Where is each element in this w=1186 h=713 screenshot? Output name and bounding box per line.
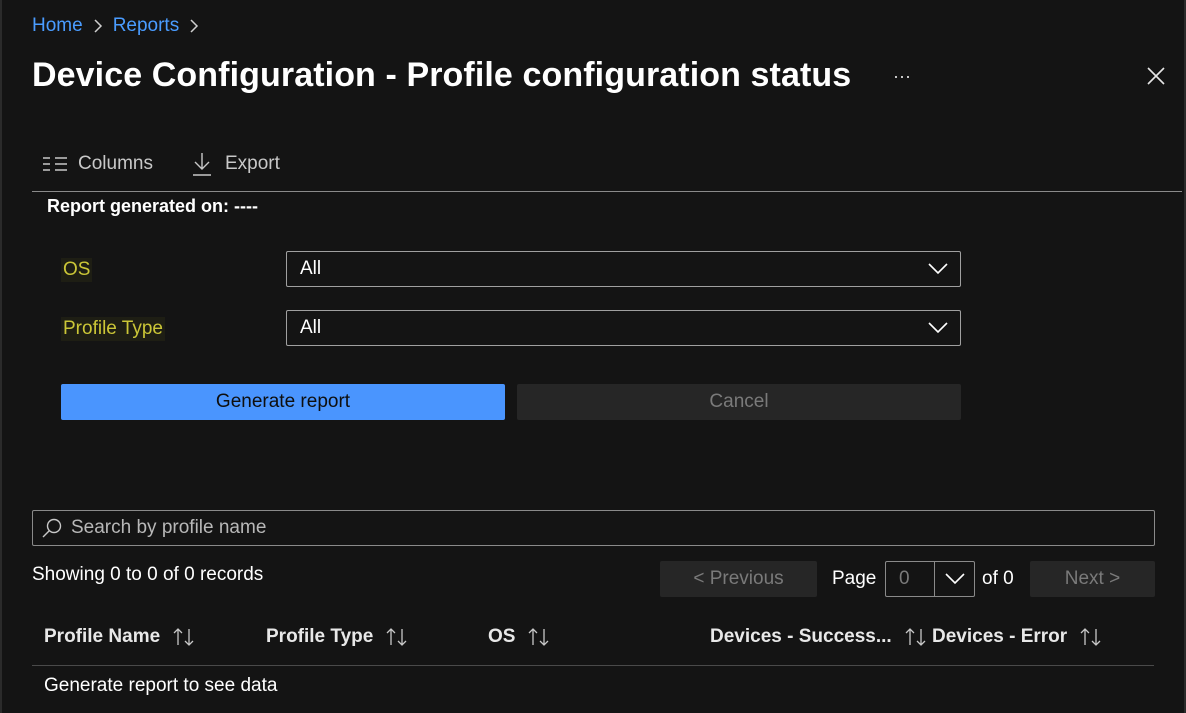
sort-icon <box>1080 628 1101 646</box>
columns-button[interactable]: Columns <box>32 152 153 176</box>
table-empty-message: Generate report to see data <box>44 675 278 696</box>
sort-icon <box>173 628 194 646</box>
os-filter-label: OS <box>61 258 93 282</box>
page-label: Page <box>832 568 877 589</box>
column-header-profile-name[interactable]: Profile Name <box>44 626 196 648</box>
download-icon <box>192 153 211 176</box>
column-header-label: Profile Name <box>44 626 161 647</box>
chevron-down-icon <box>928 263 948 275</box>
generate-report-button[interactable]: Generate report <box>61 384 505 420</box>
toolbar: Columns Export <box>32 146 280 182</box>
column-header-label: Profile Type <box>266 626 374 647</box>
columns-icon <box>43 157 67 171</box>
more-icon[interactable]: ··· <box>888 62 916 90</box>
chevron-down-icon <box>934 562 974 596</box>
breadcrumb-home[interactable]: Home <box>32 15 83 37</box>
chevron-right-icon <box>93 19 103 33</box>
search-input[interactable] <box>71 517 1131 539</box>
column-header-devices-error[interactable]: Devices - Error <box>932 626 1103 648</box>
column-header-label: Devices - Success... <box>710 626 892 647</box>
page-select[interactable]: 0 <box>885 561 975 597</box>
column-header-os[interactable]: OS <box>488 626 551 648</box>
chevron-down-icon <box>928 322 948 334</box>
breadcrumb: Home Reports <box>32 12 199 40</box>
column-header-label: OS <box>488 626 516 647</box>
sort-icon <box>386 628 407 646</box>
next-button: Next > <box>1030 561 1155 597</box>
sort-icon <box>905 628 926 646</box>
profile-type-select[interactable]: All <box>286 310 961 346</box>
page-title: Device Configuration - Profile configura… <box>32 56 852 94</box>
export-label: Export <box>224 153 280 174</box>
os-select[interactable]: All <box>286 251 961 287</box>
toolbar-divider <box>32 191 1182 192</box>
blade-frame <box>0 0 1186 713</box>
export-button[interactable]: Export <box>179 152 280 176</box>
page-total-label: of 0 <box>982 568 1014 589</box>
breadcrumb-reports[interactable]: Reports <box>113 15 180 37</box>
profile-type-select-value: All <box>300 317 322 338</box>
previous-button: < Previous <box>660 561 817 597</box>
column-header-label: Devices - Error <box>932 626 1068 647</box>
report-generated-text: Report generated on: ---- <box>47 196 258 216</box>
table-header-divider <box>32 665 1154 666</box>
close-icon[interactable] <box>1144 64 1168 88</box>
profile-type-filter-label: Profile Type <box>61 317 165 341</box>
search-icon <box>42 518 62 538</box>
os-select-value: All <box>300 258 322 279</box>
search-field[interactable] <box>32 510 1155 546</box>
cancel-button: Cancel <box>517 384 961 420</box>
columns-label: Columns <box>78 153 153 174</box>
column-header-devices-success[interactable]: Devices - Success... <box>710 626 928 648</box>
column-header-profile-type[interactable]: Profile Type <box>266 626 409 648</box>
chevron-right-icon <box>189 19 199 33</box>
page-select-value: 0 <box>899 568 910 589</box>
sort-icon <box>528 628 549 646</box>
records-count: Showing 0 to 0 of 0 records <box>32 564 264 585</box>
